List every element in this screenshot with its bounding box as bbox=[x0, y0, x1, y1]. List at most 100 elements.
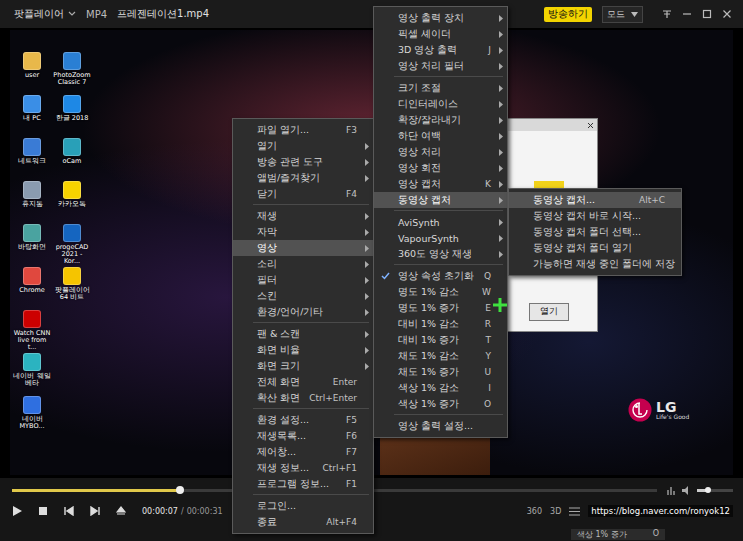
desktop-icon[interactable]: 내 PC bbox=[13, 95, 51, 138]
submenu-arrow-icon bbox=[365, 347, 369, 354]
menu-item[interactable]: 종료Alt+F4 bbox=[233, 514, 373, 530]
speaker-icon[interactable] bbox=[682, 486, 692, 495]
mode-toggle[interactable]: 3D bbox=[550, 507, 561, 516]
blog-watermark: https://blog.naver.com/ronyok12 bbox=[588, 505, 733, 517]
desktop-icon[interactable]: PhotoZoom Classic 7 bbox=[53, 52, 91, 95]
menu-item[interactable]: 영상 처리 필터 bbox=[374, 58, 507, 74]
desktop-icon[interactable]: Watch CNN live from t... bbox=[13, 310, 51, 353]
menu-item[interactable]: 채도 1% 증가U bbox=[374, 364, 507, 380]
menu-item[interactable]: 팬 & 스캔 bbox=[233, 326, 373, 342]
submenu-arrow-icon bbox=[365, 277, 369, 284]
menu-item[interactable]: 영상 bbox=[233, 240, 373, 256]
menu-item[interactable]: 동영상 캡처 바로 시작... bbox=[509, 208, 681, 224]
desktop-icon[interactable]: Chrome bbox=[13, 267, 51, 310]
menu-item[interactable]: 디인터레이스 bbox=[374, 96, 507, 112]
menu-item[interactable]: 재생목록...F6 bbox=[233, 428, 373, 444]
minimize-icon[interactable] bbox=[681, 8, 693, 20]
desktop-icon[interactable]: user bbox=[13, 52, 51, 95]
mode-toggle[interactable]: 360 bbox=[527, 507, 542, 516]
menu-item[interactable]: 로그인... bbox=[233, 498, 373, 514]
desktop-icon[interactable]: progeCAD 2021 - Kor... bbox=[53, 224, 91, 267]
previous-icon[interactable] bbox=[64, 506, 74, 516]
menu-item[interactable]: 크기 조절 bbox=[374, 80, 507, 96]
menu-item[interactable]: 자막 bbox=[233, 224, 373, 240]
desktop-icon[interactable]: 팟플레이어 64 비트 bbox=[53, 267, 91, 310]
desktop-icon[interactable]: oCam bbox=[53, 138, 91, 181]
close-icon[interactable] bbox=[721, 8, 733, 20]
menu-item[interactable]: 명도 1% 증가E bbox=[374, 300, 507, 316]
menu-item[interactable]: 화면 크기 bbox=[233, 358, 373, 374]
menu-item[interactable]: 환경 설정...F5 bbox=[233, 412, 373, 428]
menu-item[interactable]: 색상 1% 증가O bbox=[374, 396, 507, 412]
menu-item[interactable]: 소리 bbox=[233, 256, 373, 272]
volume-slider[interactable] bbox=[697, 489, 733, 492]
mode-dropdown[interactable]: 모드 bbox=[602, 6, 643, 23]
menu-item[interactable]: 영상 캡처K bbox=[374, 176, 507, 192]
menu-item[interactable]: 동영상 캡처 폴더 선택... bbox=[509, 224, 681, 240]
menu-item[interactable]: 닫기F4 bbox=[233, 186, 373, 202]
pin-icon[interactable] bbox=[661, 8, 673, 20]
desktop-icon[interactable]: 한글 2018 bbox=[53, 95, 91, 138]
desktop-icon[interactable]: 네이버 웨일 베타 bbox=[13, 353, 51, 396]
play-icon[interactable] bbox=[12, 506, 22, 516]
submenu-arrow-icon bbox=[365, 213, 369, 220]
menu-item[interactable]: 대비 1% 감소R bbox=[374, 316, 507, 332]
menu-item[interactable]: 동영상 캡처 bbox=[374, 192, 507, 208]
app-menu-button[interactable]: 팟플레이어 bbox=[14, 7, 76, 21]
app-icon bbox=[23, 353, 41, 371]
menu-item[interactable]: 색상 1% 감소I bbox=[374, 380, 507, 396]
menu-item[interactable]: 열기 bbox=[233, 138, 373, 154]
menu-item[interactable]: 동영상 캡처...Alt+C bbox=[509, 192, 681, 208]
menu-item[interactable]: 명도 1% 감소W bbox=[374, 284, 507, 300]
desktop-icon[interactable]: 네이버 MYBO... bbox=[13, 396, 51, 439]
menu-item[interactable]: 방송 관련 도구 bbox=[233, 154, 373, 170]
open-button[interactable]: 열기 bbox=[529, 303, 569, 321]
menu-item[interactable]: 픽셀 셰이더 bbox=[374, 26, 507, 42]
title-bar: 팟플레이어MP4프레젠테이션1.mp4방송하기모드 bbox=[0, 0, 743, 28]
app-icon bbox=[23, 267, 41, 285]
desktop-icon[interactable]: 네트워크 bbox=[13, 138, 51, 181]
desktop-icon[interactable]: 바탕화면 bbox=[13, 224, 51, 267]
menu-item[interactable]: 스킨 bbox=[233, 288, 373, 304]
menu-separator bbox=[394, 210, 503, 211]
menu-item[interactable]: 채도 1% 감소Y bbox=[374, 348, 507, 364]
lg-logo: LGLife's Good bbox=[628, 398, 689, 422]
menu-item[interactable]: 전체 화면Enter bbox=[233, 374, 373, 390]
menu-item[interactable]: 영상 회전 bbox=[374, 160, 507, 176]
desktop-icon[interactable]: 휴지통 bbox=[13, 181, 51, 224]
menu-item[interactable]: 영상 속성 초기화Q bbox=[374, 268, 507, 284]
menu-item[interactable]: 앨범/즐겨찾기 bbox=[233, 170, 373, 186]
menu-item[interactable]: AviSynth bbox=[374, 214, 507, 230]
menu-item[interactable]: 확산 화면Ctrl+Enter bbox=[233, 390, 373, 406]
menu-item[interactable]: 필터 bbox=[233, 272, 373, 288]
equalizer-icon[interactable] bbox=[667, 486, 677, 495]
next-icon[interactable] bbox=[90, 506, 100, 516]
menu-item[interactable]: 동영상 캡처 폴더 열기 bbox=[509, 240, 681, 256]
seek-knob[interactable] bbox=[176, 486, 184, 494]
menu-item[interactable]: 환경/언어/기타 bbox=[233, 304, 373, 320]
menu-item[interactable]: 대비 1% 증가T bbox=[374, 332, 507, 348]
desktop-icon[interactable]: 카카오톡 bbox=[53, 181, 91, 224]
broadcast-button[interactable]: 방송하기 bbox=[544, 7, 592, 22]
menu-item[interactable]: 영상 처리 bbox=[374, 144, 507, 160]
menu-item[interactable]: 프로그램 정보...F1 bbox=[233, 476, 373, 492]
menu-item[interactable]: 재생 정보...Ctrl+F1 bbox=[233, 460, 373, 476]
menu-item[interactable]: 파일 열기...F3 bbox=[233, 122, 373, 138]
maximize-icon[interactable] bbox=[701, 8, 713, 20]
close-icon[interactable] bbox=[587, 122, 594, 129]
menu-item[interactable]: 3D 영상 출력J bbox=[374, 42, 507, 58]
playlist-icon[interactable] bbox=[569, 507, 580, 516]
menu-item[interactable]: 화면 비율 bbox=[233, 342, 373, 358]
menu-item[interactable]: VapourSynth bbox=[374, 230, 507, 246]
menu-item[interactable]: 제어창...F7 bbox=[233, 444, 373, 460]
menu-item[interactable]: 재생 bbox=[233, 208, 373, 224]
menu-item[interactable]: 영상 출력 설정... bbox=[374, 418, 507, 434]
menu-item[interactable]: 가능하면 재생 중인 폴더에 저장 bbox=[509, 256, 681, 272]
stop-icon[interactable] bbox=[38, 506, 48, 516]
eject-icon[interactable] bbox=[116, 506, 126, 516]
menu-item[interactable]: 360도 영상 재생 bbox=[374, 246, 507, 262]
menu-item[interactable]: 하단 여백 bbox=[374, 128, 507, 144]
submenu-arrow-icon bbox=[365, 309, 369, 316]
menu-item[interactable]: 확장/잘라내기 bbox=[374, 112, 507, 128]
menu-item[interactable]: 영상 출력 장치 bbox=[374, 10, 507, 26]
